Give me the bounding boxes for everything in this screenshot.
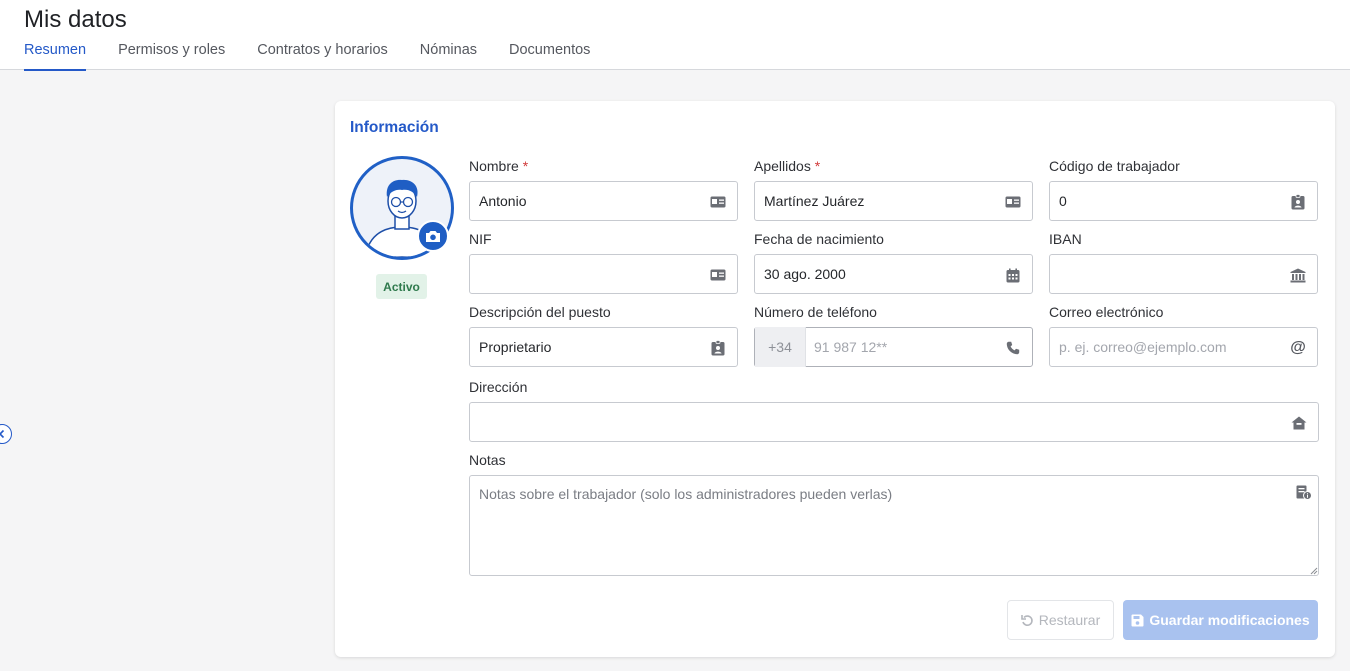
save-icon (1131, 614, 1144, 627)
tab-documentos[interactable]: Documentos (509, 42, 590, 70)
card-title: Información (350, 119, 439, 136)
nombre-label: Nombre * (469, 158, 528, 174)
bank-icon (1290, 267, 1306, 283)
puesto-value: Proprietario (479, 339, 552, 355)
chevron-left-icon (0, 429, 7, 439)
telefono-field[interactable]: +34 91 987 12** (754, 327, 1033, 367)
page-title: Mis datos (24, 6, 127, 33)
resize-handle-icon[interactable] (1310, 567, 1318, 575)
apellidos-label-text: Apellidos (754, 158, 811, 174)
tab-contratos-y-horarios[interactable]: Contratos y horarios (257, 42, 388, 70)
restore-button[interactable]: Restaurar (1007, 600, 1114, 640)
camera-icon (425, 229, 441, 243)
undo-icon (1020, 614, 1034, 627)
id-card-icon (710, 194, 726, 210)
codigo-label: Código de trabajador (1049, 158, 1180, 174)
notas-label: Notas (469, 452, 506, 468)
iban-field[interactable] (1049, 254, 1318, 294)
codigo-value: 0 (1059, 193, 1067, 209)
tab-bar: Resumen Permisos y roles Contratos y hor… (24, 42, 590, 71)
page-header: Mis datos Resumen Permisos y roles Contr… (0, 0, 1350, 71)
required-marker: * (522, 158, 529, 174)
id-card-icon (1005, 194, 1021, 210)
sidebar-toggle-button[interactable] (0, 424, 12, 444)
correo-field[interactable]: p. ej. correo@ejemplo.com @ (1049, 327, 1318, 367)
badge-icon (1290, 194, 1306, 210)
tab-nominas[interactable]: Nóminas (420, 42, 477, 70)
puesto-field[interactable]: Proprietario (469, 327, 738, 367)
direccion-label: Dirección (469, 379, 528, 395)
nombre-field[interactable]: Antonio (469, 181, 738, 221)
direccion-field[interactable] (469, 402, 1319, 442)
badge-icon (710, 340, 726, 356)
change-photo-button[interactable] (417, 220, 449, 252)
required-marker: * (814, 158, 821, 174)
nif-label: NIF (469, 231, 492, 247)
status-badge: Activo (376, 274, 427, 299)
correo-placeholder: p. ej. correo@ejemplo.com (1059, 339, 1227, 355)
iban-label: IBAN (1049, 231, 1082, 247)
correo-label: Correo electrónico (1049, 304, 1164, 320)
home-icon (1291, 415, 1307, 431)
fecha-label: Fecha de nacimiento (754, 231, 884, 247)
tab-resumen[interactable]: Resumen (24, 42, 87, 71)
at-icon: @ (1290, 339, 1306, 356)
information-card: Información Activo Nombre * Antonio Apel… (335, 101, 1335, 657)
tab-permisos-y-roles[interactable]: Permisos y roles (118, 42, 225, 70)
notas-placeholder: Notas sobre el trabajador (solo los admi… (479, 486, 893, 502)
id-card-icon (710, 267, 726, 283)
nombre-label-text: Nombre (469, 158, 519, 174)
fecha-nacimiento-field[interactable]: 30 ago. 2000 (754, 254, 1033, 294)
save-label: Guardar modificaciones (1149, 612, 1310, 628)
apellidos-field[interactable]: Martínez Juárez (754, 181, 1033, 221)
calendar-icon (1005, 267, 1021, 283)
codigo-field[interactable]: 0 (1049, 181, 1318, 221)
apellidos-value: Martínez Juárez (764, 193, 865, 209)
country-code-prefix[interactable]: +34 (755, 327, 806, 367)
note-info-icon (1296, 485, 1312, 500)
notas-textarea[interactable]: Notas sobre el trabajador (solo los admi… (469, 475, 1319, 576)
restore-label: Restaurar (1038, 612, 1101, 628)
puesto-label: Descripción del puesto (469, 304, 611, 320)
phone-icon (1005, 340, 1021, 356)
telefono-label: Número de teléfono (754, 304, 877, 320)
fecha-value: 30 ago. 2000 (764, 266, 846, 282)
nif-field[interactable] (469, 254, 738, 294)
apellidos-label: Apellidos * (754, 158, 820, 174)
telefono-placeholder: 91 987 12** (814, 339, 888, 355)
save-button[interactable]: Guardar modificaciones (1123, 600, 1318, 640)
nombre-value: Antonio (479, 193, 527, 209)
